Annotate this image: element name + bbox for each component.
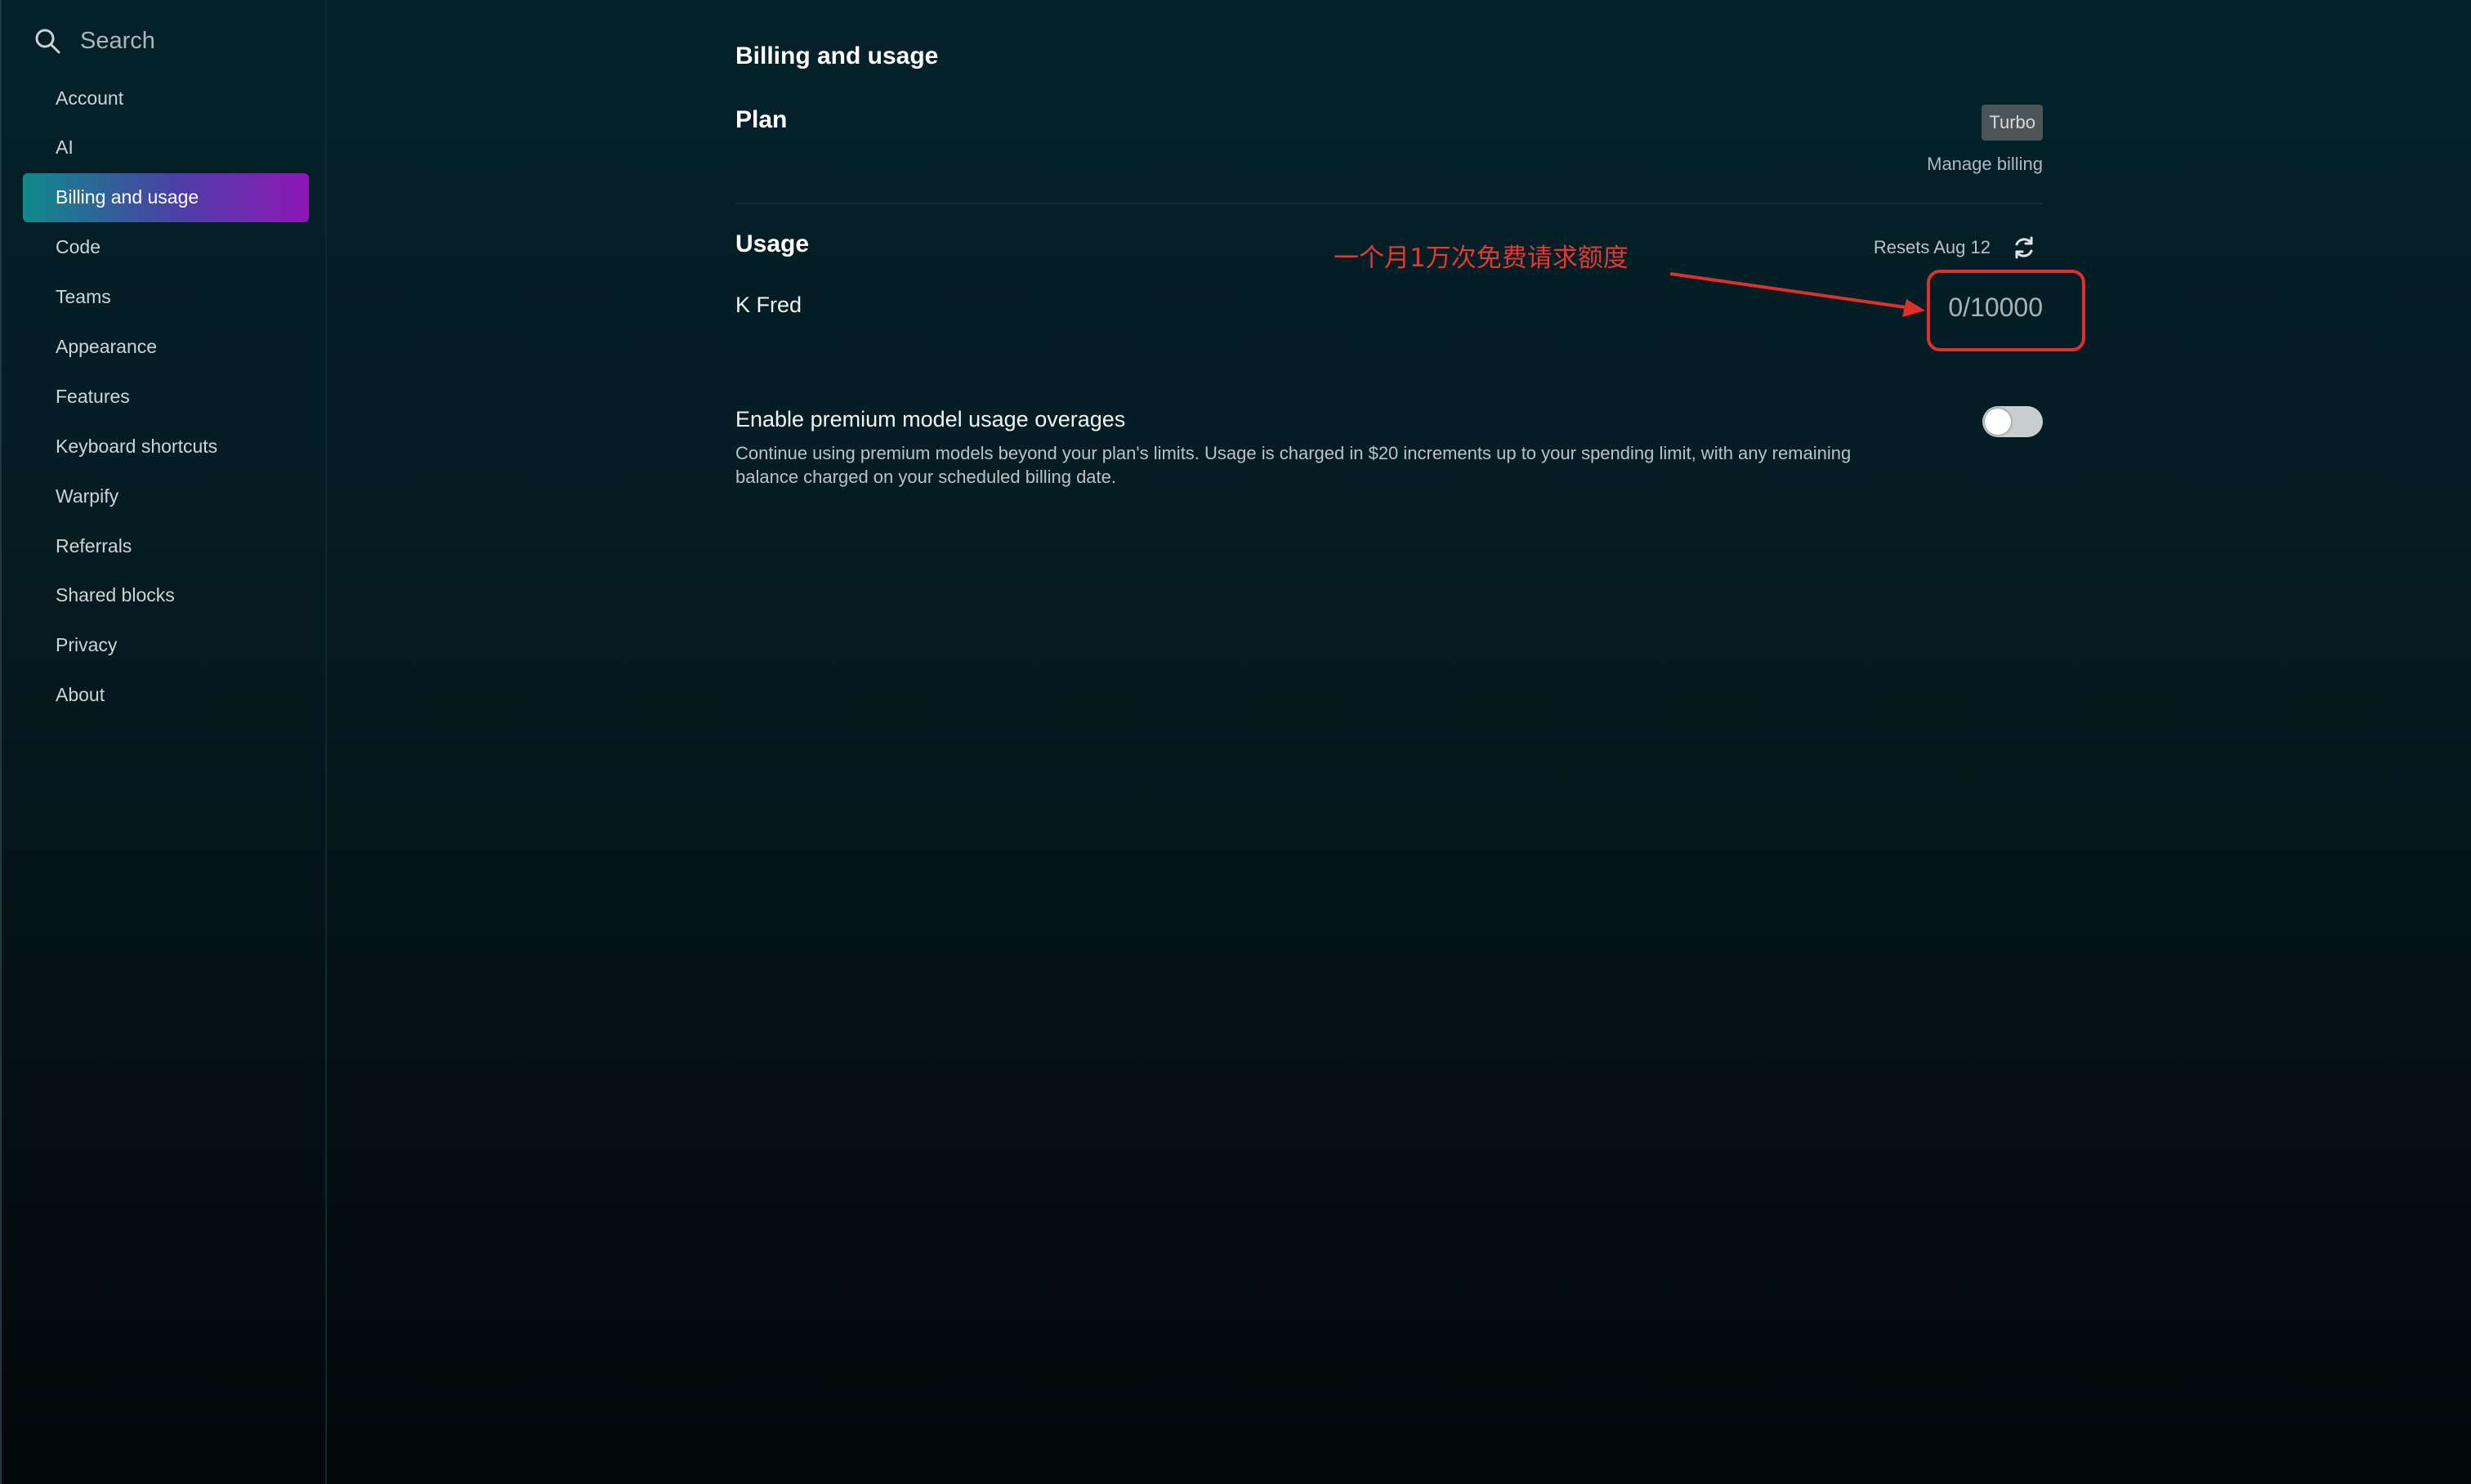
section-divider: [735, 203, 2043, 204]
sidebar-item-account[interactable]: Account: [23, 74, 309, 123]
sidebar-item-referrals[interactable]: Referrals: [23, 521, 309, 570]
page-title: Billing and usage: [735, 42, 939, 69]
plan-badge: Turbo: [1982, 105, 2043, 141]
usage-reset-date: Resets Aug 12: [1873, 237, 1991, 257]
usage-user-name: K Fred: [735, 293, 802, 317]
sidebar-item-appearance[interactable]: Appearance: [23, 322, 309, 371]
overage-title: Enable premium model usage overages: [735, 407, 1126, 431]
annotation-label: 一个月1万次免费请求额度: [1334, 244, 1629, 273]
manage-billing-link[interactable]: Manage billing: [1927, 154, 2043, 175]
search-box[interactable]: Search: [33, 21, 311, 60]
sidebar-item-features[interactable]: Features: [23, 372, 309, 421]
sidebar-item-warpify[interactable]: Warpify: [23, 472, 309, 521]
annotation-highlight-box: [1927, 270, 2085, 351]
overage-description: Continue using premium models beyond you…: [735, 443, 1852, 487]
sidebar-item-privacy[interactable]: Privacy: [23, 621, 309, 670]
sidebar-item-teams[interactable]: Teams: [23, 273, 309, 322]
sidebar-item-ai[interactable]: AI: [23, 123, 309, 172]
toggle-knob: [1985, 409, 2011, 435]
sidebar: Search Account AI Billing and usage Code…: [0, 0, 327, 1484]
overage-toggle[interactable]: [1982, 406, 2043, 437]
sidebar-item-shared-blocks[interactable]: Shared blocks: [23, 571, 309, 620]
refresh-icon[interactable]: [2010, 234, 2038, 261]
settings-nav: Account AI Billing and usage Code Teams …: [23, 74, 309, 721]
search-icon: [35, 29, 60, 54]
sidebar-item-keyboard-shortcuts[interactable]: Keyboard shortcuts: [23, 422, 309, 471]
sidebar-item-about[interactable]: About: [23, 671, 309, 720]
search-placeholder: Search: [80, 27, 155, 54]
sidebar-item-code[interactable]: Code: [23, 223, 309, 272]
sidebar-item-billing-and-usage[interactable]: Billing and usage: [23, 172, 309, 222]
plan-section-title: Plan: [735, 106, 788, 133]
settings-content: Billing and usage Plan Turbo Manage bill…: [735, 0, 2043, 1484]
usage-section-title: Usage: [735, 230, 810, 257]
